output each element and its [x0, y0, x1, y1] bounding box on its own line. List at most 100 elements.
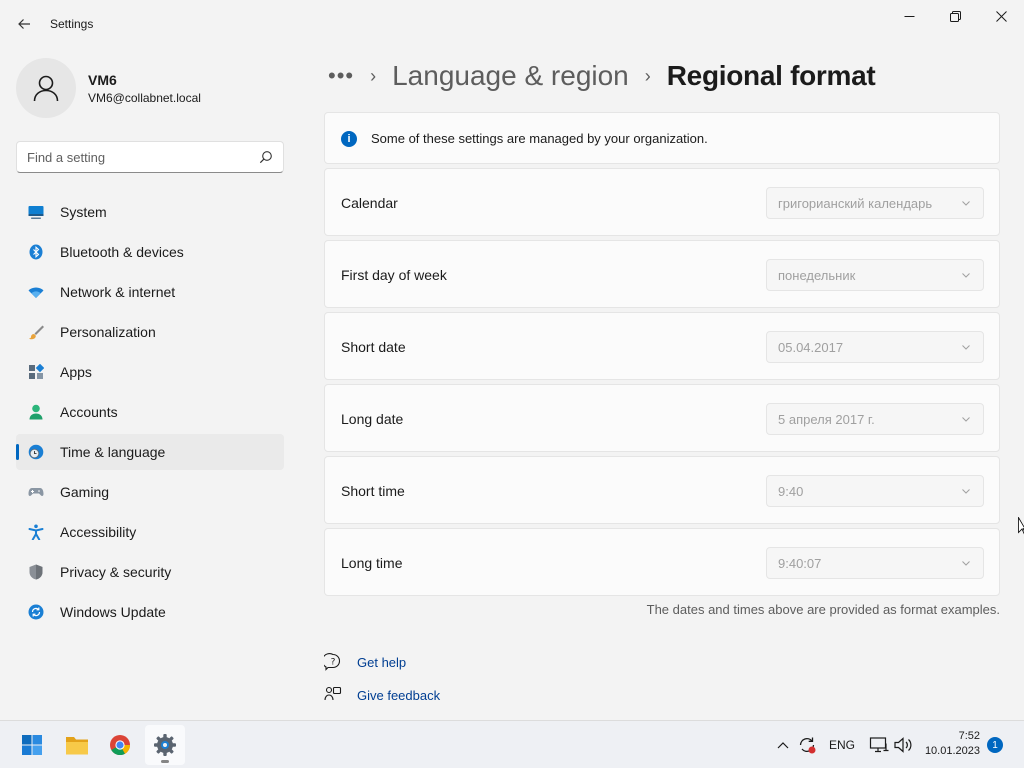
sidebar-item-personalization[interactable]: Personalization: [16, 314, 284, 350]
format-examples-note: The dates and times above are provided a…: [646, 602, 1000, 617]
breadcrumb: ••• › Language & region › Regional forma…: [328, 58, 876, 94]
get-help-link[interactable]: ? Get help: [324, 651, 406, 673]
user-icon: [33, 75, 59, 102]
shield-icon: [28, 564, 44, 580]
sidebar-item-bluetooth[interactable]: Bluetooth & devices: [16, 234, 284, 270]
chevron-down-icon: [962, 489, 970, 494]
help-chat-icon: ?: [324, 653, 341, 671]
search-icon[interactable]: [259, 150, 273, 164]
sidebar-item-label: Bluetooth & devices: [60, 244, 184, 260]
gamepad-icon: [28, 484, 44, 500]
first-day-of-week-dropdown[interactable]: понедельник: [766, 259, 984, 291]
setting-label: Calendar: [341, 195, 398, 211]
sidebar-item-accounts[interactable]: Accounts: [16, 394, 284, 430]
title-bar: Settings: [0, 0, 1024, 48]
long-date-dropdown[interactable]: 5 апреля 2017 г.: [766, 403, 984, 435]
minimize-icon: [904, 15, 914, 17]
breadcrumb-more-button[interactable]: •••: [328, 63, 354, 89]
setting-label: Short date: [341, 339, 406, 355]
chevron-down-icon: [962, 345, 970, 350]
taskbar-clock[interactable]: 7:52 10.01.2023: [925, 729, 980, 759]
sidebar-item-network[interactable]: Network & internet: [16, 274, 284, 310]
sidebar-nav: System Bluetooth & devices Network & int…: [16, 194, 284, 634]
calendar-dropdown[interactable]: григорианский календарь: [766, 187, 984, 219]
sidebar-item-accessibility[interactable]: Accessibility: [16, 514, 284, 550]
tray-sync-status[interactable]: [797, 735, 817, 755]
dropdown-value: 9:40:07: [778, 556, 822, 571]
chevron-down-icon: [962, 417, 970, 422]
app-title: Settings: [50, 17, 94, 31]
sidebar-item-time-language[interactable]: Time & language: [16, 434, 284, 470]
back-arrow-icon: [18, 19, 30, 29]
active-app-indicator: [161, 760, 169, 763]
sidebar-item-label: Network & internet: [60, 284, 176, 300]
update-icon: [28, 604, 44, 620]
tray-volume[interactable]: [893, 735, 913, 755]
long-time-dropdown[interactable]: 9:40:07: [766, 547, 984, 579]
minimize-button[interactable]: [886, 0, 932, 32]
close-button[interactable]: [978, 0, 1024, 32]
sidebar-item-label: Gaming: [60, 484, 110, 500]
setting-row-first-day-of-week: First day of week понедельник: [324, 240, 1000, 308]
give-feedback-link[interactable]: Give feedback: [324, 684, 440, 706]
wifi-icon: [28, 284, 44, 300]
setting-row-calendar: Calendar григорианский календарь: [324, 168, 1000, 236]
settings-gear-icon: [154, 734, 176, 756]
clock-date: 10.01.2023: [924, 745, 980, 757]
apps-icon: [28, 364, 44, 380]
sidebar-item-apps[interactable]: Apps: [16, 354, 284, 390]
tray-network[interactable]: [869, 735, 889, 755]
file-explorer-icon: [66, 737, 88, 755]
search-box[interactable]: [16, 141, 284, 173]
notification-count-badge[interactable]: 1: [987, 737, 1003, 753]
setting-label: Short time: [341, 483, 405, 499]
maximize-button[interactable]: [932, 0, 978, 32]
accessibility-icon: [28, 524, 44, 540]
speaker-icon: [894, 737, 912, 753]
setting-label: First day of week: [341, 267, 447, 283]
short-time-dropdown[interactable]: 9:40: [766, 475, 984, 507]
system-icon: [28, 204, 44, 220]
sidebar-item-privacy[interactable]: Privacy & security: [16, 554, 284, 590]
sidebar-item-label: Personalization: [60, 324, 156, 340]
sync-icon: [799, 737, 816, 754]
breadcrumb-parent-link[interactable]: Language & region: [392, 60, 629, 92]
dropdown-value: 5 апреля 2017 г.: [778, 412, 875, 427]
taskbar-settings[interactable]: [145, 725, 185, 765]
mouse-cursor-icon: [1018, 517, 1024, 535]
chevron-down-icon: [962, 561, 970, 566]
avatar: [16, 58, 76, 118]
sidebar-item-label: Accounts: [60, 404, 118, 420]
sidebar-item-system[interactable]: System: [16, 194, 284, 230]
taskbar: ENG 7:52 10.01.2023 1: [0, 720, 1024, 768]
taskbar-file-explorer[interactable]: [57, 725, 97, 765]
info-icon: i: [341, 131, 357, 147]
bluetooth-icon: [28, 244, 44, 260]
show-hidden-icons-button[interactable]: [776, 735, 790, 755]
sidebar-item-label: Windows Update: [60, 604, 166, 620]
input-language-indicator[interactable]: ENG: [829, 738, 855, 752]
search-input[interactable]: [17, 142, 253, 172]
setting-row-long-date: Long date 5 апреля 2017 г.: [324, 384, 1000, 452]
sidebar-item-label: System: [60, 204, 107, 220]
short-date-dropdown[interactable]: 05.04.2017: [766, 331, 984, 363]
chevron-right-icon: ›: [370, 65, 377, 86]
setting-row-short-date: Short date 05.04.2017: [324, 312, 1000, 380]
dropdown-value: 05.04.2017: [778, 340, 844, 355]
sidebar-item-windows-update[interactable]: Windows Update: [16, 594, 284, 630]
sidebar-item-label: Time & language: [60, 444, 166, 460]
dropdown-value: григорианский календарь: [778, 196, 933, 211]
sidebar-item-label: Accessibility: [60, 524, 137, 540]
brush-icon: [28, 324, 44, 340]
page-title: Regional format: [666, 60, 876, 91]
dropdown-value: 9:40: [778, 484, 804, 499]
start-button[interactable]: [12, 725, 52, 765]
windows-start-icon: [22, 735, 42, 755]
network-monitor-icon: [869, 737, 889, 753]
banner-text: Some of these settings are managed by yo…: [371, 131, 708, 146]
sidebar-item-label: Privacy & security: [60, 564, 172, 580]
taskbar-chrome[interactable]: [100, 725, 140, 765]
sidebar-item-gaming[interactable]: Gaming: [16, 474, 284, 510]
user-name: VM6: [88, 72, 117, 88]
back-button[interactable]: [12, 12, 36, 36]
